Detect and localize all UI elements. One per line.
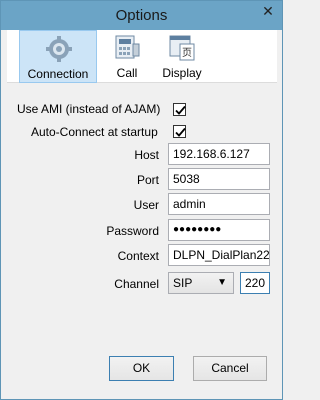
password-input[interactable]: ●●●●●●●● (168, 219, 270, 241)
auto-connect-checkbox[interactable] (173, 125, 186, 138)
host-label: Host (134, 148, 159, 162)
password-label: Password (106, 224, 159, 238)
ok-button[interactable]: OK (109, 356, 174, 381)
user-label: User (133, 198, 159, 212)
tab-call-label: Call (116, 66, 138, 80)
chevron-down-icon: ▼ (217, 277, 227, 288)
channel-type-select[interactable]: SIP ▼ (168, 272, 234, 294)
call-icon (115, 35, 140, 59)
context-label: Context (117, 249, 159, 263)
tab-connection[interactable]: Connection (19, 30, 97, 83)
user-input[interactable]: admin (168, 193, 270, 215)
port-input[interactable]: 5038 (168, 168, 270, 190)
tab-connection-label: Connection (27, 67, 89, 81)
tab-display[interactable]: 页 Display (157, 30, 207, 83)
options-toolbar: Connection Call 页 Display (7, 30, 277, 83)
window-title: Options (115, 7, 168, 24)
checkmark-icon (175, 105, 186, 115)
display-icon: 页 (169, 35, 195, 61)
tab-display-label: Display (162, 66, 202, 80)
connection-form: Use AMI (instead of AJAM) Auto-Connect a… (1, 83, 284, 323)
checkmark-icon (175, 127, 186, 137)
port-label: Port (136, 173, 159, 187)
use-ami-checkbox[interactable] (173, 103, 186, 116)
title-bar[interactable]: Options ✕ (1, 1, 282, 30)
cancel-button[interactable]: Cancel (193, 356, 267, 381)
options-window: Options ✕ Connection Call 页 Display Use … (0, 0, 283, 400)
context-input[interactable]: DLPN_DialPlan220 (168, 244, 270, 266)
use-ami-label: Use AMI (instead of AJAM) (17, 102, 161, 116)
channel-type-value: SIP (173, 276, 193, 290)
channel-number-input[interactable]: 220 (240, 272, 270, 294)
gear-icon (46, 36, 72, 62)
tab-call[interactable]: Call (105, 30, 149, 83)
host-input[interactable]: 192.168.6.127 (168, 143, 270, 165)
close-icon[interactable]: ✕ (260, 2, 276, 20)
auto-connect-label: Auto-Connect at startup (31, 125, 158, 139)
channel-label: Channel (114, 277, 159, 291)
svg-text:页: 页 (182, 47, 192, 59)
